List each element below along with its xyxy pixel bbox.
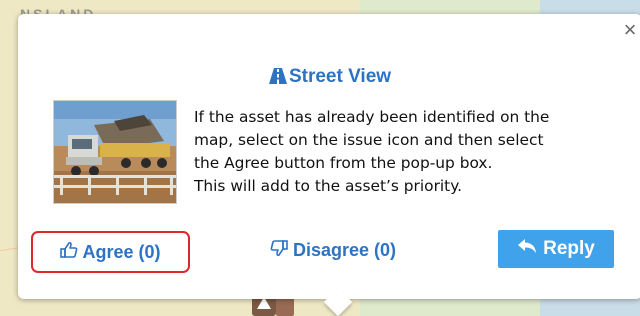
popup-title-text: Street View: [288, 66, 392, 87]
description-line: the Agree button from the pop-up box.: [194, 154, 493, 172]
thumbs-up-icon: [60, 241, 78, 264]
description-line: If the asset has already been identified…: [194, 108, 550, 126]
agree-button[interactable]: Agree (0): [31, 231, 190, 273]
description-line: This will add to the asset’s priority.: [194, 177, 463, 195]
reply-button[interactable]: Reply: [498, 230, 614, 268]
thumbs-down-icon: [270, 239, 288, 262]
popup-title: Street View: [18, 66, 640, 90]
description-line: map, select on the issue icon and then s…: [194, 131, 544, 149]
agree-label: Agree (0): [82, 241, 161, 262]
close-button[interactable]: ×: [620, 19, 640, 41]
reply-label: Reply: [543, 238, 595, 259]
popup-description: If the asset has already been identified…: [194, 106, 614, 198]
reply-arrow-icon: [517, 238, 537, 260]
issue-marker[interactable]: [276, 296, 294, 316]
disagree-button[interactable]: Disagree (0): [248, 231, 418, 269]
road-icon: [268, 68, 287, 90]
street-view-photo[interactable]: [53, 100, 177, 204]
disagree-label: Disagree (0): [292, 239, 397, 260]
street-view-popup: × Street View If the asset has already b…: [18, 14, 640, 316]
